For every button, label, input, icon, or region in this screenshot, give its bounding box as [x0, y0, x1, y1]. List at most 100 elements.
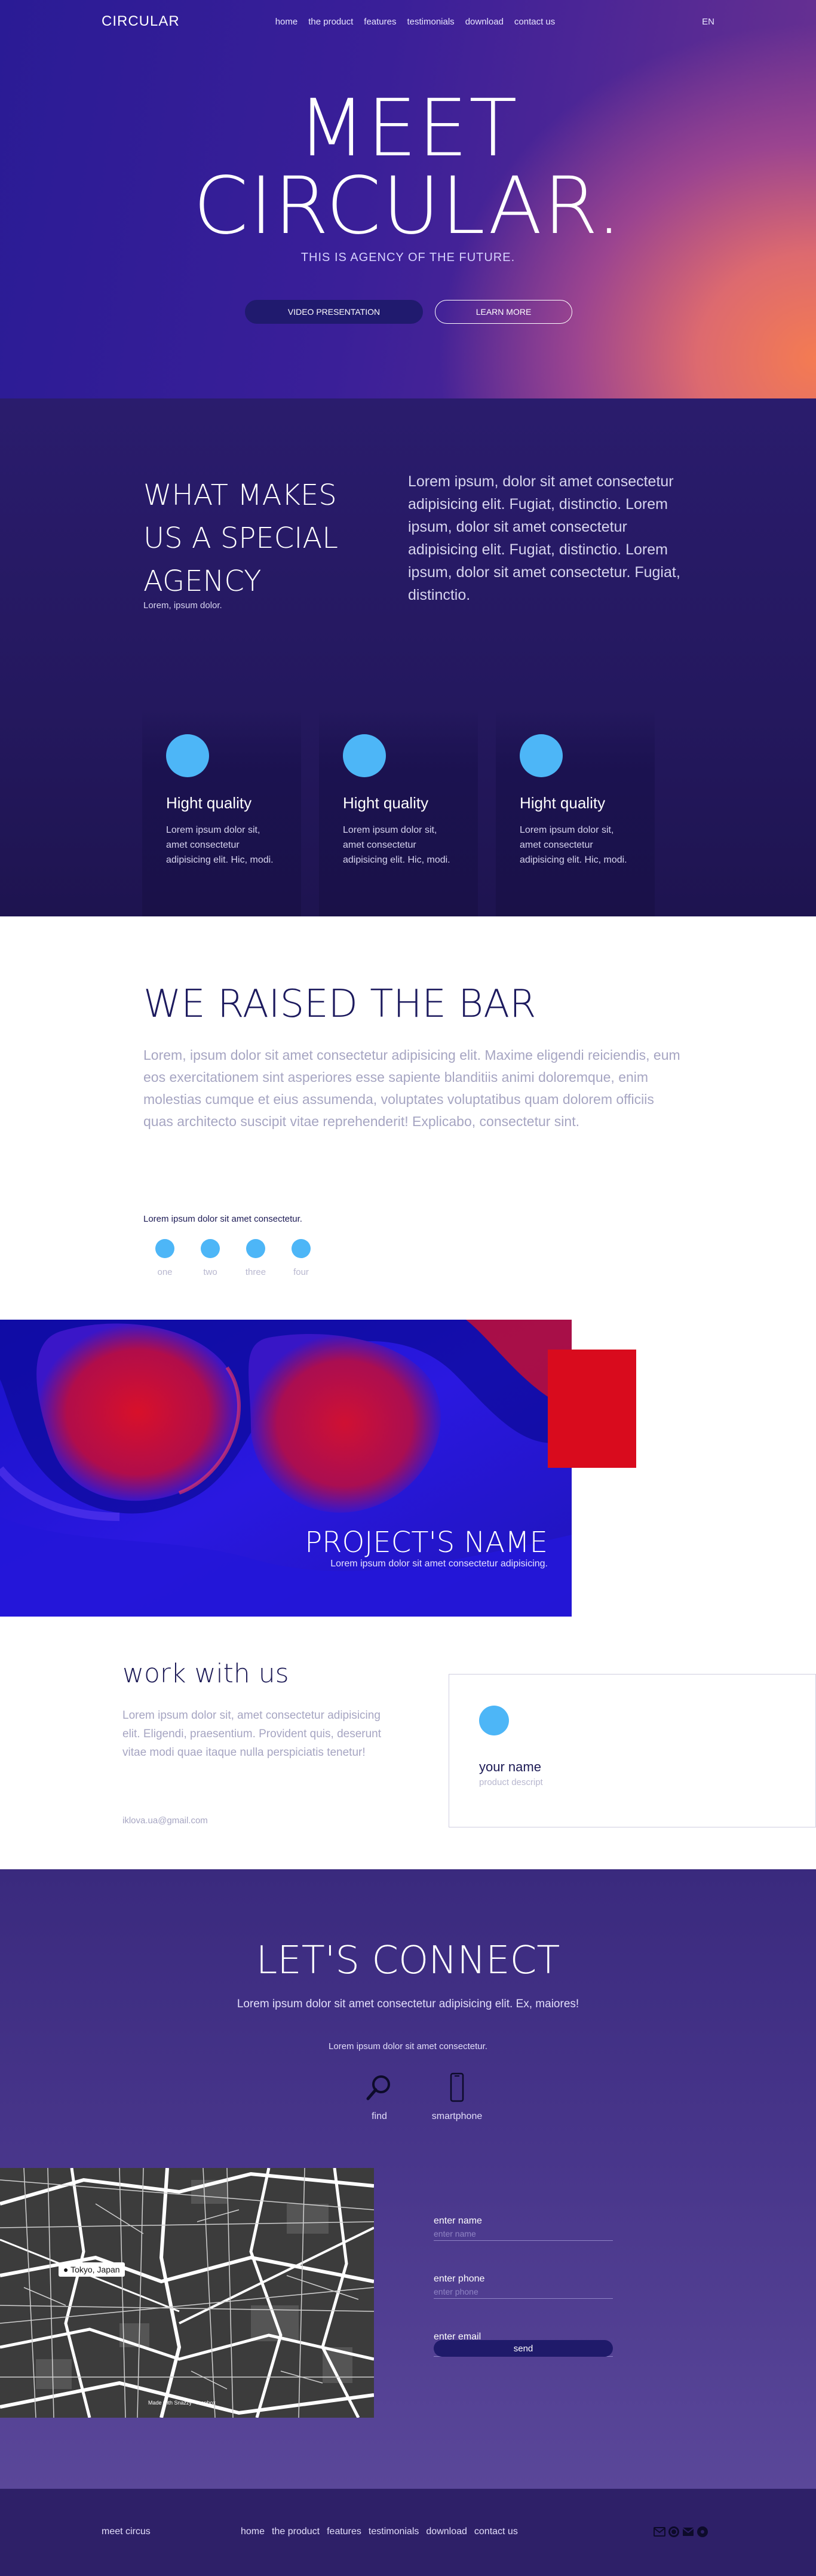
contact-label: smartphone — [431, 2111, 483, 2121]
nav-download[interactable]: download — [465, 17, 504, 27]
footer: meet circus home the product features te… — [0, 2489, 816, 2576]
card-text: Lorem ipsum dolor sit, amet consectetur … — [166, 825, 274, 865]
nav-product[interactable]: the product — [308, 17, 353, 27]
work-title: work with us — [122, 1658, 289, 1689]
contact-smartphone[interactable]: smartphone — [430, 2072, 484, 2122]
connect-title: LET'S CONNECT — [256, 1939, 560, 1983]
connect-section: LET'S CONNECT Lorem ipsum dolor sit amet… — [0, 1869, 816, 2489]
circle-icon — [479, 1706, 509, 1735]
step-dot-icon — [292, 1239, 311, 1258]
work-section: work with us Lorem ipsum dolor sit, amet… — [0, 1646, 816, 1869]
hero-title: MEET CIRCULAR. — [0, 82, 816, 252]
name-field: enter name — [434, 2216, 613, 2241]
step-label: two — [203, 1267, 217, 1277]
footer-nav-contact[interactable]: contact us — [474, 2526, 518, 2537]
card-text: Lorem ipsum dolor sit, amet consectetur … — [520, 825, 627, 865]
bar-section: WE RAISED THE BAR Lorem, ipsum dolor sit… — [0, 916, 816, 1320]
card-title: Hight quality — [520, 794, 606, 812]
smartphone-icon — [450, 2072, 464, 2102]
hero-title-line2: CIRCULAR. — [193, 160, 623, 252]
footer-nav: home the product features testimonials d… — [241, 2526, 518, 2537]
card-text: Lorem ipsum dolor sit, amet consectetur … — [343, 825, 450, 865]
footer-nav-product[interactable]: the product — [272, 2526, 320, 2537]
step-item[interactable]: four — [290, 1239, 312, 1277]
special-section: WHAT MAKES US A SPECIAL AGENCY Lorem, ip… — [0, 398, 816, 916]
top-nav: CIRCULAR home the product features testi… — [102, 13, 714, 30]
step-item[interactable]: three — [245, 1239, 266, 1277]
step-dot-icon — [246, 1239, 265, 1258]
map-credit: Made with Snazzy · mapbox — [148, 2400, 216, 2406]
bar-text: Lorem, ipsum dolor sit amet consectetur … — [143, 1047, 680, 1129]
work-text: Lorem ipsum dolor sit, amet consectetur … — [122, 1709, 382, 1759]
mail-icon[interactable] — [682, 2526, 694, 2538]
nav-home[interactable]: home — [275, 17, 298, 27]
work-email[interactable]: iklova.ua@gmail.com — [122, 1816, 208, 1826]
map-location-pin[interactable]: ● Tokyo, Japan — [59, 2262, 125, 2277]
project-red-block — [548, 1350, 636, 1468]
contact-label: find — [372, 2111, 387, 2121]
connect-subtitle: Lorem ipsum dolor sit amet consectetur a… — [237, 1998, 579, 2010]
steps-caption: Lorem ipsum dolor sit amet consectetur. — [143, 1214, 302, 1224]
pin-icon: ● — [63, 2265, 71, 2274]
circle-icon[interactable] — [697, 2526, 708, 2538]
feature-card: Hight quality Lorem ipsum dolor sit, ame… — [496, 709, 655, 916]
bar-title: WE RAISED THE BAR — [143, 982, 536, 1026]
field-label: enter name — [434, 2216, 482, 2226]
footer-nav-home[interactable]: home — [241, 2526, 265, 2537]
nav-testimonials[interactable]: testimonials — [407, 17, 454, 27]
video-presentation-button[interactable]: VIDEO PRESENTATION — [245, 300, 423, 324]
map[interactable]: ● Tokyo, Japan Made with Snazzy · mapbox — [0, 2168, 374, 2418]
product-name: your name — [479, 1759, 541, 1774]
step-dot-icon — [155, 1239, 174, 1258]
nav-links: home the product features testimonials d… — [275, 17, 556, 27]
circle-icon — [520, 734, 563, 777]
step-label: four — [293, 1267, 309, 1277]
nav-features[interactable]: features — [364, 17, 396, 27]
contact-find[interactable]: find — [352, 2072, 406, 2122]
steps: one two three four — [154, 1239, 312, 1277]
abstract-waves-image — [0, 1320, 572, 1617]
special-caption: Lorem, ipsum dolor. — [143, 600, 222, 611]
contact-options: find smartphone — [352, 2072, 484, 2122]
special-title: WHAT MAKES US A SPECIAL AGENCY — [143, 479, 338, 598]
project-description: Lorem ipsum dolor sit amet consectetur a… — [330, 1559, 548, 1569]
logo[interactable]: CIRCULAR — [102, 13, 180, 30]
step-label: one — [157, 1267, 173, 1277]
project-name: PROJECT'S NAME — [305, 1526, 548, 1559]
phone-input[interactable] — [434, 2284, 613, 2299]
language-switch[interactable]: EN — [702, 17, 714, 27]
hero-section: CIRCULAR home the product features testi… — [0, 0, 816, 398]
hero-buttons: VIDEO PRESENTATION LEARN MORE — [245, 300, 572, 324]
product-card[interactable]: your name product descript — [449, 1674, 816, 1827]
connect-caption: Lorem ipsum dolor sit amet consectetur. — [329, 2041, 487, 2051]
contact-form: enter name enter phone enter email — [434, 2216, 613, 2390]
footer-brand[interactable]: meet circus — [102, 2526, 151, 2537]
special-text: Lorem ipsum, dolor sit amet consectetur … — [408, 473, 680, 603]
magnifier-icon — [366, 2075, 390, 2100]
mail-icon[interactable] — [654, 2526, 665, 2538]
project-section: PROJECT'S NAME Lorem ipsum dolor sit ame… — [0, 1320, 816, 1646]
card-title: Hight quality — [343, 794, 429, 812]
feature-cards: Hight quality Lorem ipsum dolor sit, ame… — [142, 709, 655, 916]
step-item[interactable]: one — [154, 1239, 176, 1277]
phone-field: enter phone — [434, 2274, 613, 2299]
name-input[interactable] — [434, 2227, 613, 2241]
step-item[interactable]: two — [200, 1239, 221, 1277]
circle-icon — [343, 734, 386, 777]
footer-nav-features[interactable]: features — [327, 2526, 361, 2537]
step-dot-icon — [201, 1239, 220, 1258]
feature-card: Hight quality Lorem ipsum dolor sit, ame… — [142, 709, 301, 916]
learn-more-button[interactable]: LEARN MORE — [435, 300, 572, 324]
nav-contact[interactable]: contact us — [514, 17, 555, 27]
hero-title-line1: MEET — [297, 82, 519, 174]
circle-icon — [166, 734, 209, 777]
hero-subtitle: THIS IS AGENCY OF THE FUTURE. — [300, 251, 516, 264]
project-image[interactable]: PROJECT'S NAME Lorem ipsum dolor sit ame… — [0, 1320, 572, 1617]
footer-nav-download[interactable]: download — [426, 2526, 467, 2537]
map-location-label: Tokyo, Japan — [70, 2265, 120, 2274]
footer-nav-testimonials[interactable]: testimonials — [369, 2526, 419, 2537]
messenger-icon[interactable] — [668, 2526, 680, 2538]
send-button[interactable]: send — [434, 2340, 613, 2357]
social-links — [654, 2526, 708, 2538]
product-description: product descript — [479, 1777, 543, 1787]
